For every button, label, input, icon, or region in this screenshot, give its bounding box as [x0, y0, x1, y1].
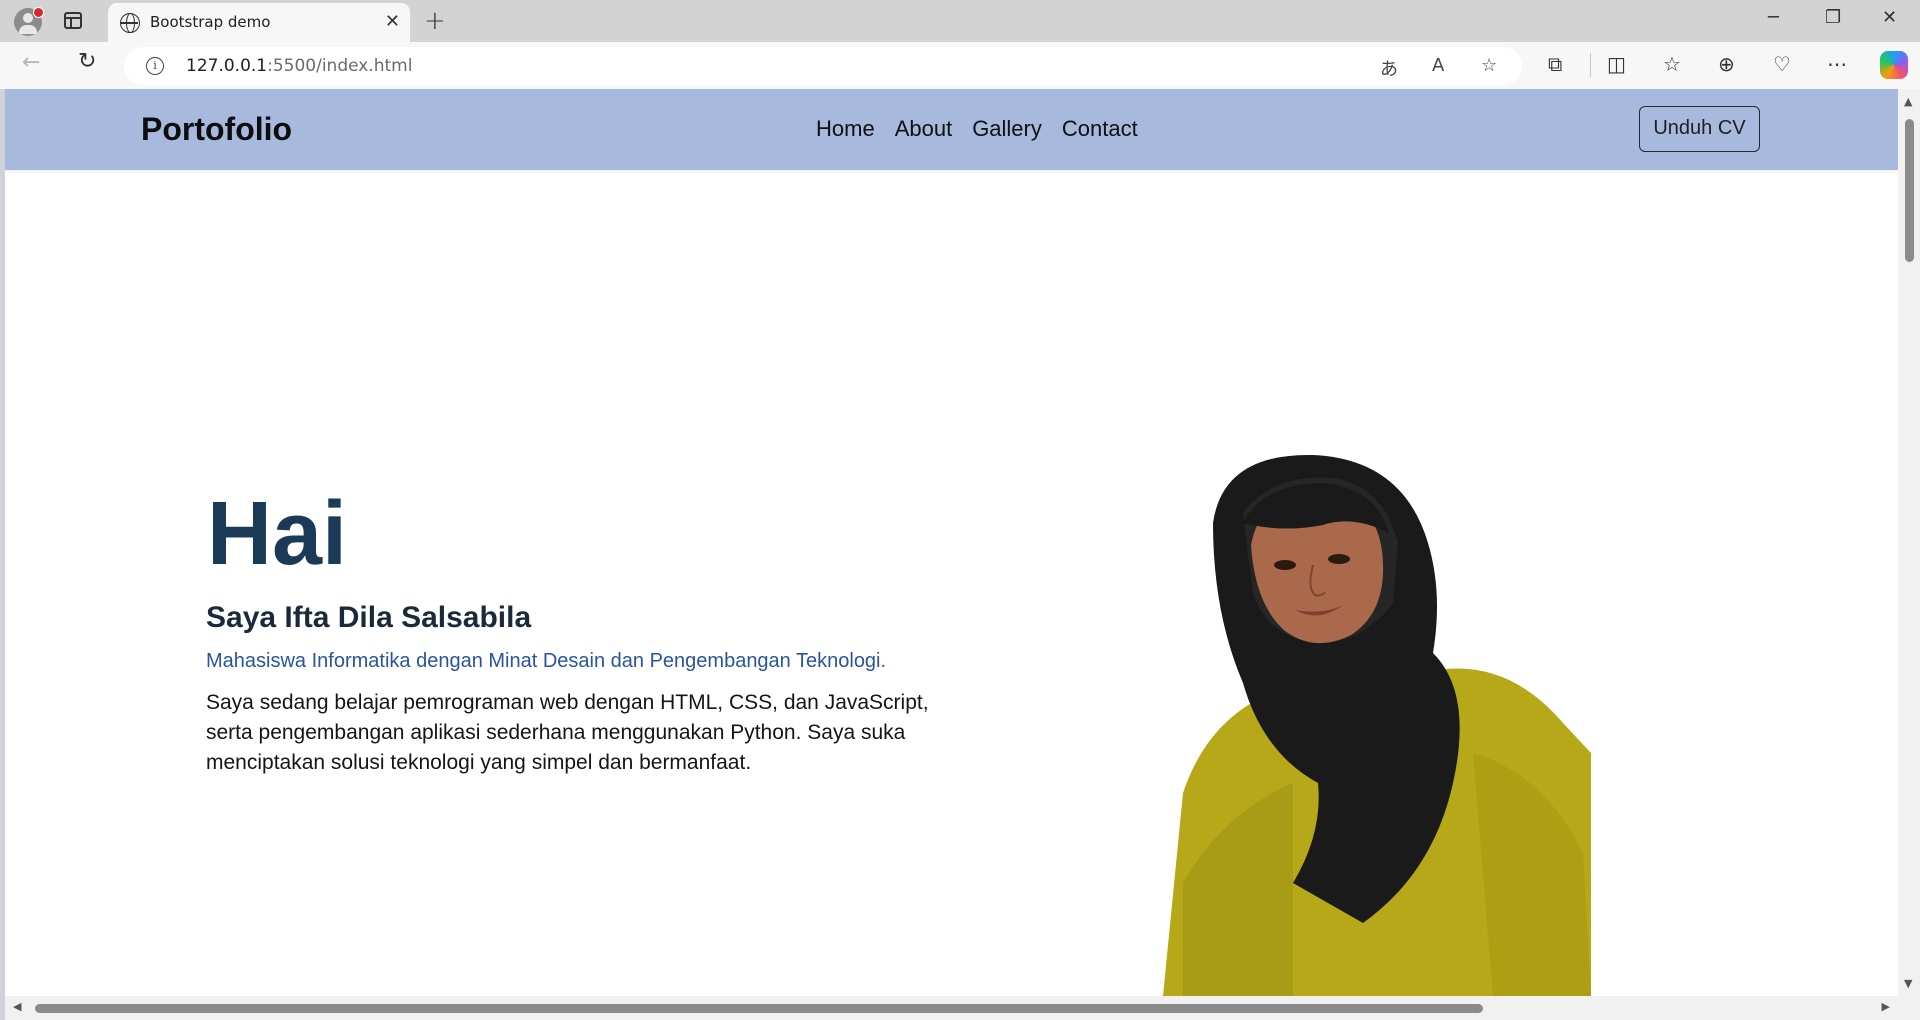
site-navbar: Portofolio Home About Gallery Contact Un… — [5, 89, 1898, 170]
toolbar-divider — [1590, 53, 1591, 77]
browser-toolbar: ← ↻ i 127.0.0.1:5500/index.html あ A ☆ ⧉ … — [0, 42, 1920, 89]
url-path: :5500/index.html — [267, 56, 413, 76]
translate-icon[interactable]: あ — [1380, 55, 1398, 81]
scroll-down-icon[interactable]: ▼ — [1904, 977, 1912, 990]
tab-strip: Bootstrap demo ✕ + ─ ❐ ✕ — [0, 0, 1920, 42]
page-viewport: Portofolio Home About Gallery Contact Un… — [5, 89, 1898, 996]
browser-tab-active[interactable]: Bootstrap demo ✕ — [108, 3, 410, 42]
profile-avatar-icon[interactable] — [14, 7, 44, 36]
nav-link-home[interactable]: Home — [816, 116, 875, 142]
new-tab-icon[interactable]: + — [424, 6, 446, 36]
brand-logo[interactable]: Portofolio — [141, 111, 292, 148]
address-bar[interactable]: i 127.0.0.1:5500/index.html あ A ☆ — [124, 47, 1522, 85]
vertical-scrollbar[interactable]: ▲ ▼ — [1898, 89, 1920, 996]
browser-essentials-icon[interactable]: ♡ — [1773, 52, 1791, 76]
hero-name: Saya Ifta Dila Salsabila — [206, 601, 532, 634]
scrollbar-corner — [1898, 996, 1920, 1020]
globe-icon — [120, 13, 140, 33]
nav-link-contact[interactable]: Contact — [1062, 116, 1138, 142]
extensions-icon[interactable]: ⧉ — [1548, 52, 1562, 76]
favorites-icon[interactable]: ☆ — [1663, 52, 1681, 76]
read-aloud-icon[interactable]: A — [1432, 55, 1444, 76]
collections-icon[interactable]: ⊕ — [1718, 52, 1735, 76]
reload-icon[interactable]: ↻ — [78, 49, 96, 74]
download-cv-button[interactable]: Unduh CV — [1639, 106, 1760, 152]
hero-greeting: Hai — [207, 484, 348, 584]
vertical-scroll-thumb[interactable] — [1905, 119, 1914, 262]
scroll-left-icon[interactable]: ◀ — [13, 1000, 21, 1013]
copilot-icon[interactable] — [1880, 51, 1908, 79]
url-text[interactable]: 127.0.0.1:5500/index.html — [186, 56, 412, 76]
favorite-star-icon[interactable]: ☆ — [1481, 55, 1497, 76]
nav-link-about[interactable]: About — [895, 116, 953, 142]
tab-close-icon[interactable]: ✕ — [385, 11, 400, 32]
info-icon[interactable]: i — [146, 57, 164, 75]
hero-subtitle: Mahasiswa Informatika dengan Minat Desai… — [206, 650, 887, 672]
tab-actions-icon[interactable] — [64, 12, 82, 29]
scroll-up-icon[interactable]: ▲ — [1904, 95, 1912, 108]
more-icon[interactable]: ⋯ — [1827, 52, 1847, 76]
window-close-icon[interactable]: ✕ — [1882, 7, 1897, 28]
tab-title: Bootstrap demo — [150, 13, 271, 31]
profile-photo — [1163, 454, 1591, 996]
hero-description: Saya sedang belajar pemrograman web deng… — [206, 691, 929, 774]
split-screen-icon[interactable]: ◫ — [1607, 52, 1626, 76]
nav-link-gallery[interactable]: Gallery — [972, 116, 1042, 142]
horizontal-scroll-thumb[interactable] — [35, 1004, 1483, 1013]
minimize-icon[interactable]: ─ — [1768, 7, 1779, 28]
nav-links: Home About Gallery Contact — [816, 116, 1138, 142]
back-icon[interactable]: ← — [22, 50, 40, 75]
url-host: 127.0.0.1 — [186, 56, 268, 76]
horizontal-scrollbar[interactable]: ◀ ▶ — [5, 996, 1898, 1020]
scroll-right-icon[interactable]: ▶ — [1882, 1000, 1890, 1013]
browser-window: Bootstrap demo ✕ + ─ ❐ ✕ ← ↻ i 127.0.0.1… — [0, 0, 1920, 1020]
restore-icon[interactable]: ❐ — [1825, 7, 1841, 28]
